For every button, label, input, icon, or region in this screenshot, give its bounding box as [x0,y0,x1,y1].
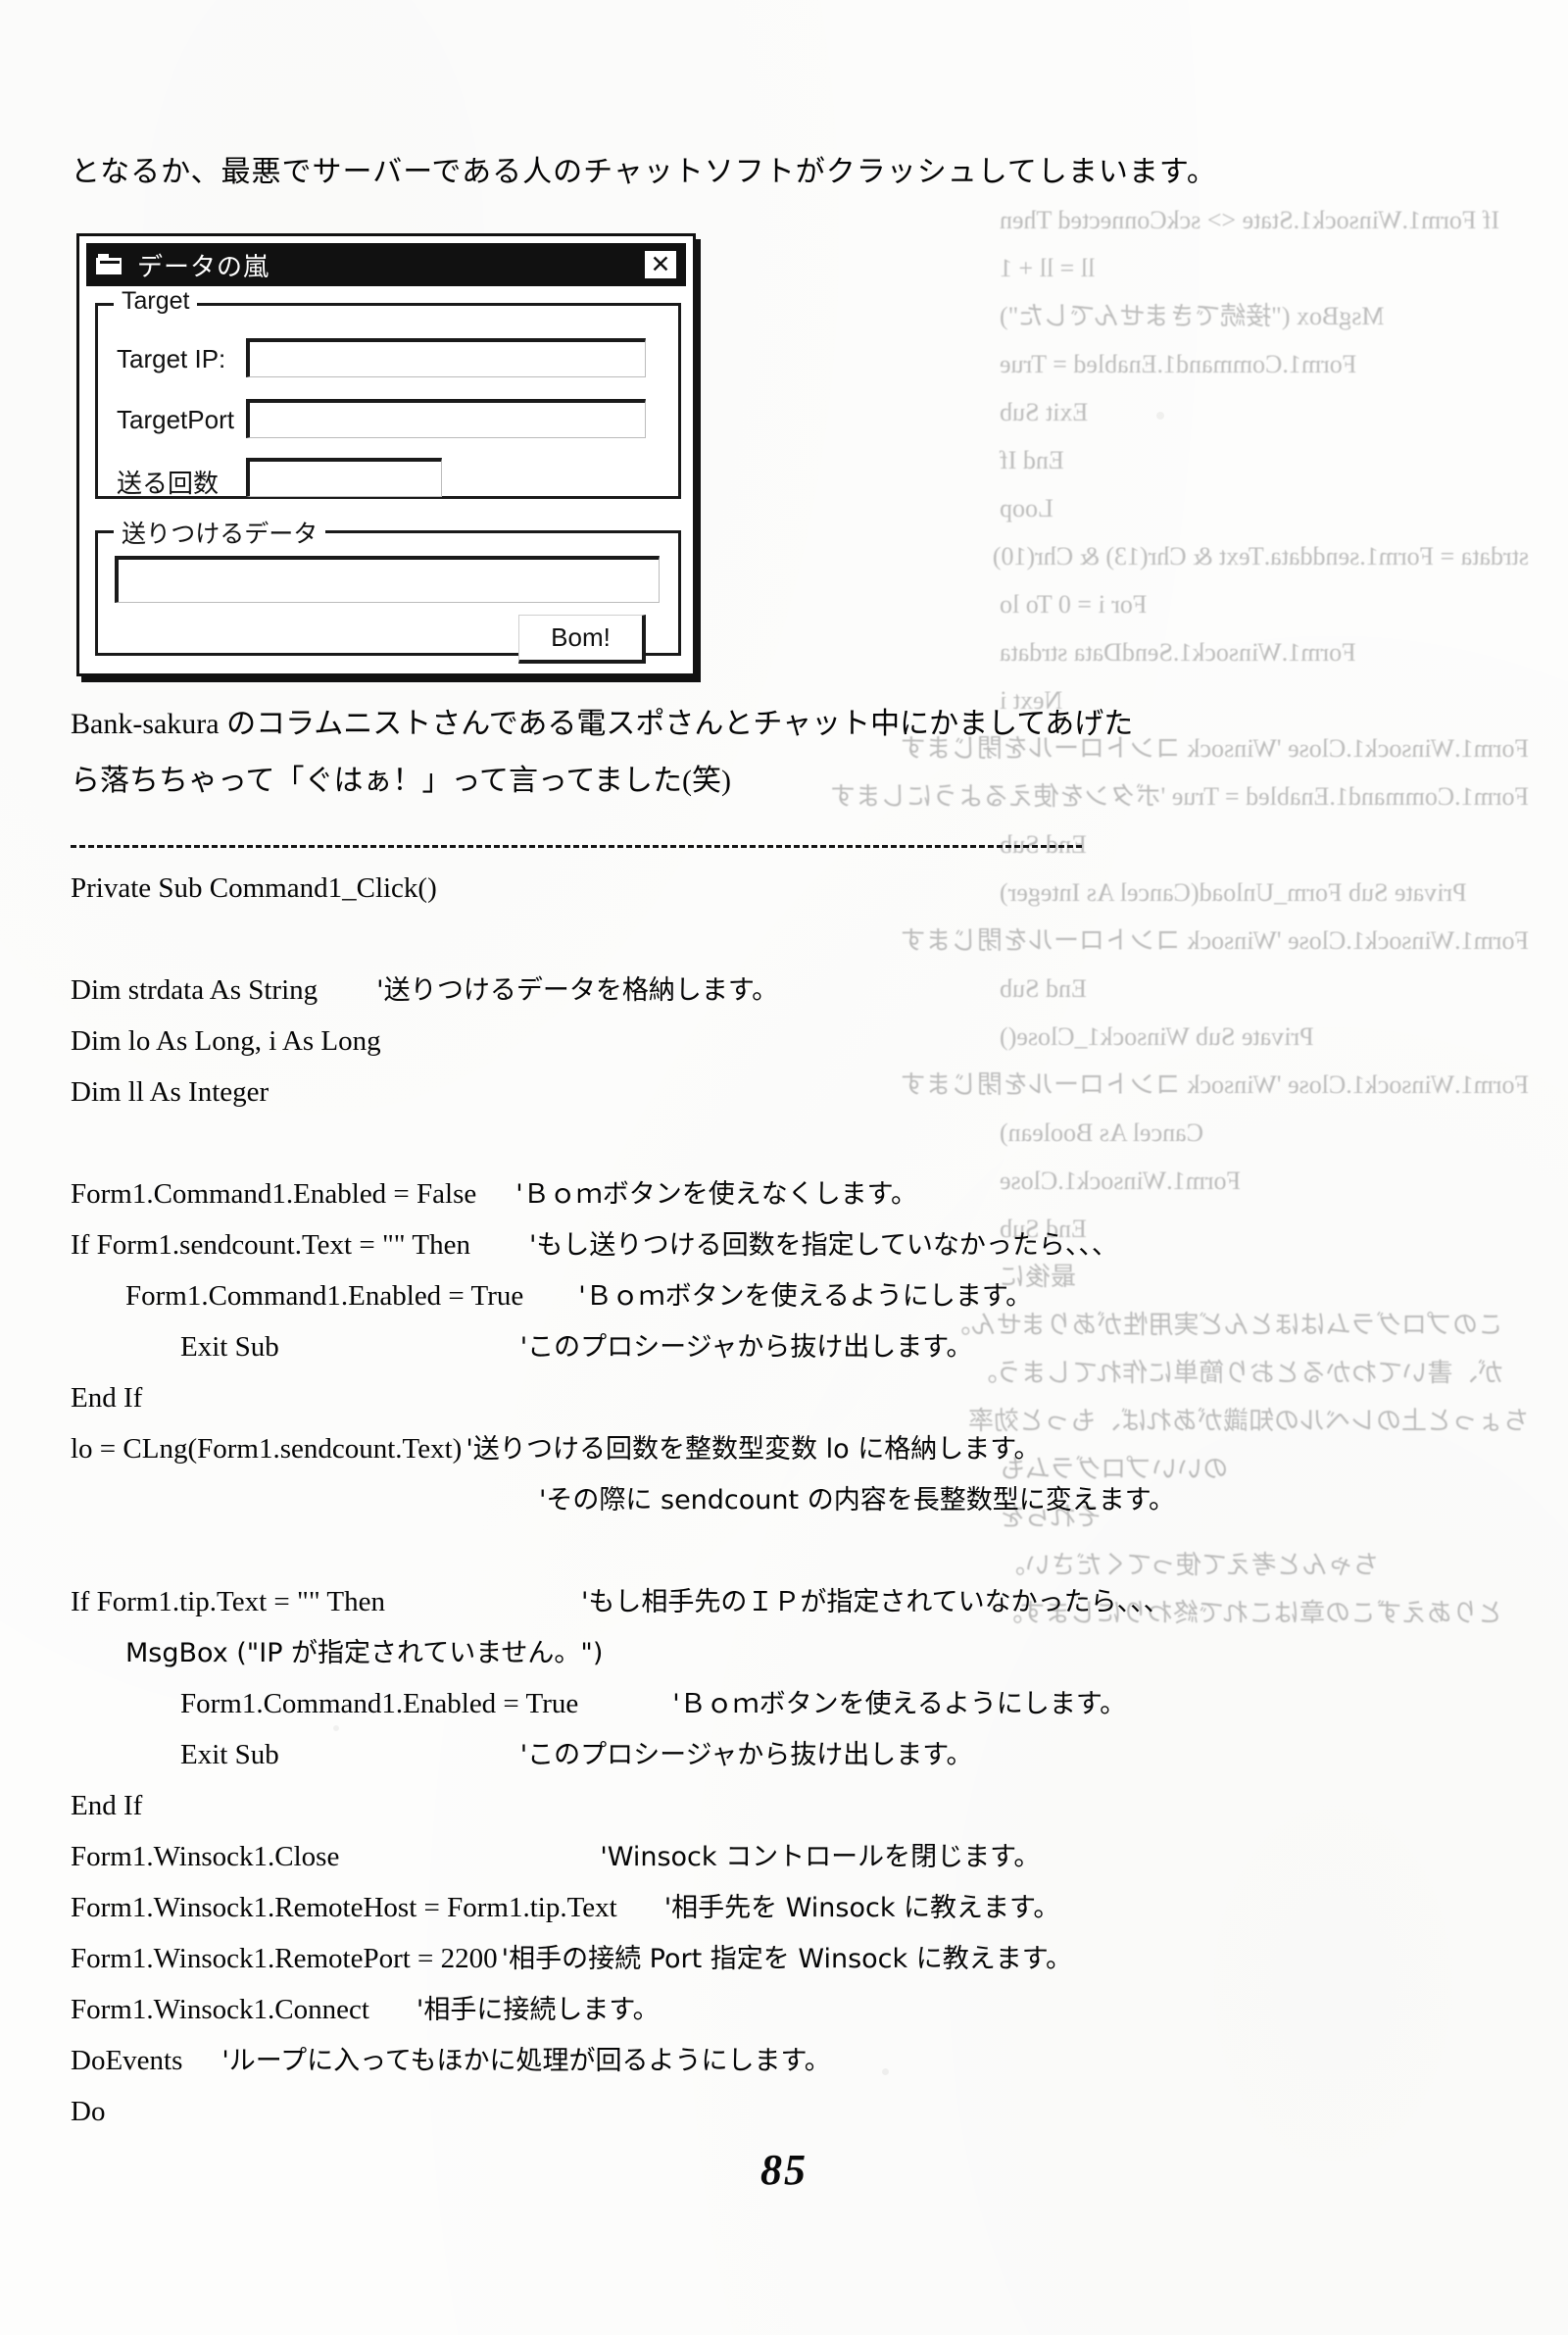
code-line: Exit Sub 'このプロシージャから抜け出します。 [180,1739,973,1770]
bleed-line: MsgBox ("接続できませんでした") [1000,302,1385,330]
code-listing: Private Sub Command1_Click() Dim strdata… [71,863,1364,2137]
code-line: If Form1.sendcount.Text = "" Then 'もし送りつけ… [71,1229,1118,1261]
code-line: End If [71,1790,143,1821]
code-line: lo = CLng(Form1.sendcount.Text) '送りつける回数を… [71,1433,1041,1465]
code-line: Dim ll As Integer [71,1076,270,1108]
code-line: Dim lo As Long, i As Long [71,1025,381,1057]
code-line: Form1.Winsock1.RemotePort = 2200 '相手の接続 P… [71,1943,1073,1974]
bleed-line: Form1.Winsock1.SendData strdata [1000,638,1356,667]
send-count-input[interactable] [246,458,442,497]
bleed-line: Exit Sub [1000,398,1089,426]
send-count-label: 送る回数 [117,470,220,499]
code-line: MsgBox ("IP が指定されていません。") [125,1638,604,1668]
bleed-line: For i = 0 To lo [1000,590,1148,619]
bleed-line: strdata = Form1.senddata.Text & Chr(13) … [992,542,1529,571]
bom-button[interactable]: Bom! [518,615,646,664]
caption-line-1: Bank-sakura のコラムニストさんである電スポさんとチャット中にかまして… [71,708,1134,740]
section-divider [71,845,1082,848]
target-group-legend: Target [114,287,198,316]
send-data-group-legend: 送りつけるデータ [114,515,326,550]
code-line: Private Sub Command1_Click() [71,872,437,904]
bleed-line: ll = ll + 1 [1000,254,1096,282]
dialog-title: データの嵐 [137,252,270,282]
code-line: Form1.Winsock1.Close 'Winsock コントロールを閉じます… [71,1841,1041,1872]
bleed-line: Form1.Command1.Enabled = True [1000,350,1357,378]
code-line: DoEvents 'ループに入ってもほかに処理が回るようにします。 [71,2045,831,2076]
bleed-line: If Form1.Winsock1.State <> sckConnected … [1000,206,1500,234]
folder-icon [96,253,125,276]
bleed-line: Loop [1000,494,1054,522]
data-storm-dialog[interactable]: データの嵐 ✕ Target Target IP: TargetPort 送る回… [76,233,696,676]
send-data-input[interactable] [115,556,660,603]
code-line: End If [71,1382,143,1414]
code-line: Form1.Winsock1.Connect '相手に接続します。 [71,1994,660,2025]
scanned-page: If Form1.Winsock1.State <> sckConnected … [0,0,1568,2335]
target-ip-input[interactable] [246,338,646,377]
code-line: Form1.Command1.Enabled = True 'Ｂｏｍボタンを使える… [125,1280,1033,1312]
code-line: 'その際に sendcount の内容を長整数型に変えます。 [539,1485,1175,1515]
page-number: 85 [760,2146,808,2194]
code-line: Do [71,2096,106,2127]
bleed-line: End If [1000,446,1064,474]
dialog-titlebar[interactable]: データの嵐 ✕ [86,243,686,286]
bleed-line: Form1.Command1.Enabled = True 'ボタンを使えるよう… [830,782,1529,811]
code-line: Form1.Winsock1.RemoteHost = Form1.tip.Te… [71,1892,1060,1923]
target-port-label: TargetPort [117,405,234,434]
code-line: Exit Sub 'このプロシージャから抜け出します。 [180,1331,973,1363]
code-line: Form1.Command1.Enabled = False 'Ｂｏｍボタンを使え… [71,1178,917,1210]
page-content: If Form1.Winsock1.State <> sckConnected … [0,0,1568,2335]
target-ip-label: Target IP: [117,344,226,373]
target-port-input[interactable] [246,399,646,438]
caption-line-2: ら落ちちゃって「ぐはぁ！」って言ってました(笑) [71,765,731,797]
close-icon[interactable]: ✕ [643,249,678,280]
code-line: If Form1.tip.Text = "" Then 'もし相手先のＩＰが指定さ… [71,1586,1170,1617]
code-line: Dim strdata As String '送りつけるデータを格納します。 [71,974,779,1006]
intro-paragraph: となるか、最悪でサーバーである人のチャットソフトがクラッシュしてしまいます。 [71,155,1217,189]
code-line: Form1.Command1.Enabled = True 'Ｂｏｍボタンを使える… [180,1688,1127,1719]
